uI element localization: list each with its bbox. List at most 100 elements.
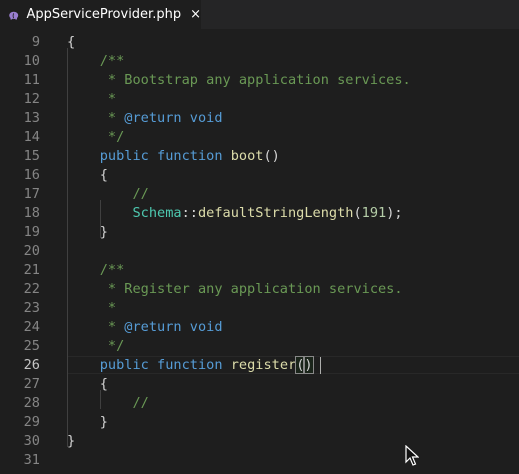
line-number: 31 [23, 452, 40, 468]
line-number: 11 [23, 72, 40, 88]
code-token: */ [67, 338, 125, 354]
code-text: * Register any application services. [67, 280, 403, 299]
code-token: function [157, 148, 223, 164]
code-line[interactable]: 18 Schema::defaultStringLength(191); [0, 204, 519, 223]
code-text: */ [67, 128, 124, 147]
code-text: /** [67, 52, 125, 71]
code-line[interactable]: 9{ [0, 33, 519, 52]
line-number: 27 [23, 376, 40, 392]
code-token: ) [303, 356, 314, 374]
tab-bar: AppServiceProvider.php × [0, 0, 519, 29]
code-token: { [67, 34, 76, 50]
code-token: @return [124, 110, 182, 126]
code-text: { [67, 33, 75, 52]
indent-guide [67, 48, 68, 447]
line-number: 20 [23, 243, 40, 259]
code-line[interactable]: 10 /** [0, 52, 519, 71]
code-line[interactable]: 14 */ [0, 128, 519, 147]
code-line[interactable]: 30} [0, 432, 519, 451]
code-token: register [230, 357, 297, 373]
code-text: // [67, 394, 149, 413]
code-text: { [67, 166, 108, 185]
code-token: :: [181, 205, 198, 221]
code-text: // [67, 185, 148, 204]
code-line[interactable]: 19 } [0, 223, 519, 242]
code-line[interactable]: 22 * Register any application services. [0, 280, 519, 299]
code-token: * [67, 319, 125, 335]
tab-appserviceprovider[interactable]: AppServiceProvider.php × [0, 0, 201, 29]
editor-area[interactable]: 9{10 /** 11 * Bootstrap any application s… [0, 29, 519, 474]
code-token: * [67, 91, 117, 107]
code-line[interactable]: 26 public function register() [0, 356, 519, 375]
code-token: } [67, 414, 108, 430]
code-line[interactable]: 27 { [0, 375, 519, 394]
code-token: boot [230, 148, 264, 164]
line-number: 15 [23, 148, 40, 164]
code-token: */ [67, 129, 125, 145]
line-number: 14 [23, 129, 40, 145]
code-token: () [263, 148, 280, 164]
line-number: 16 [23, 167, 40, 183]
code-token: ( [353, 205, 362, 221]
code-token: void [189, 110, 223, 126]
code-line[interactable]: 29 } [0, 413, 519, 432]
code-token: { [67, 167, 108, 183]
code-text: * @return void [67, 109, 223, 128]
code-line[interactable]: 21 /** [0, 261, 519, 280]
code-text: */ [67, 337, 124, 356]
code-token: } [67, 224, 108, 240]
line-number: 13 [23, 110, 40, 126]
code-token: * Register any application services. [67, 281, 403, 297]
code-line[interactable]: 12 * [0, 90, 519, 109]
line-number: 22 [23, 281, 40, 297]
code-token: @return [124, 319, 182, 335]
code-line[interactable]: 17 // [0, 185, 519, 204]
code-text: Schema::defaultStringLength(191); [67, 204, 403, 223]
code-token: public [99, 148, 149, 164]
code-token: ); [386, 205, 403, 221]
code-token: Schema [132, 205, 182, 221]
code-text: } [67, 413, 108, 432]
code-token: 191 [361, 205, 387, 221]
close-icon[interactable]: × [190, 8, 201, 21]
code-token: /** [67, 53, 125, 69]
code-text: { [67, 375, 108, 394]
line-number: 12 [23, 91, 40, 107]
code-line[interactable]: 20 [0, 242, 519, 261]
code-line[interactable]: 31 [0, 451, 519, 470]
code-token: // [67, 395, 149, 411]
line-number: 9 [31, 34, 40, 50]
line-number: 21 [23, 262, 40, 278]
line-number: 30 [23, 433, 40, 449]
code-token: public [99, 357, 149, 373]
code-text: } [67, 432, 75, 451]
code-line[interactable]: 16 { [0, 166, 519, 185]
code-token: { [67, 376, 108, 392]
code-token: * [67, 300, 117, 316]
indent-guide [100, 390, 101, 409]
code-line[interactable]: 24 * @return void [0, 318, 519, 337]
code-text: public function boot() [67, 147, 280, 166]
code-editor-window: AppServiceProvider.php × 9{10 /** 11 * Bo… [0, 0, 519, 474]
line-number: 28 [23, 395, 40, 411]
code-line[interactable]: 28 // [0, 394, 519, 413]
line-number: 25 [23, 338, 40, 354]
code-line[interactable]: 11 * Bootstrap any application services. [0, 71, 519, 90]
mouse-pointer-icon [405, 445, 419, 466]
line-number: 24 [23, 319, 40, 335]
code-line[interactable]: 15 public function boot() [0, 147, 519, 166]
code-line[interactable]: 25 */ [0, 337, 519, 356]
line-number: 10 [23, 53, 40, 69]
code-line[interactable]: 13 * @return void [0, 109, 519, 128]
code-text: * [67, 90, 116, 109]
code-line[interactable]: 23 * [0, 299, 519, 318]
code-text: } [67, 223, 108, 242]
code-token: /** [67, 262, 125, 278]
code-text: * [67, 299, 116, 318]
